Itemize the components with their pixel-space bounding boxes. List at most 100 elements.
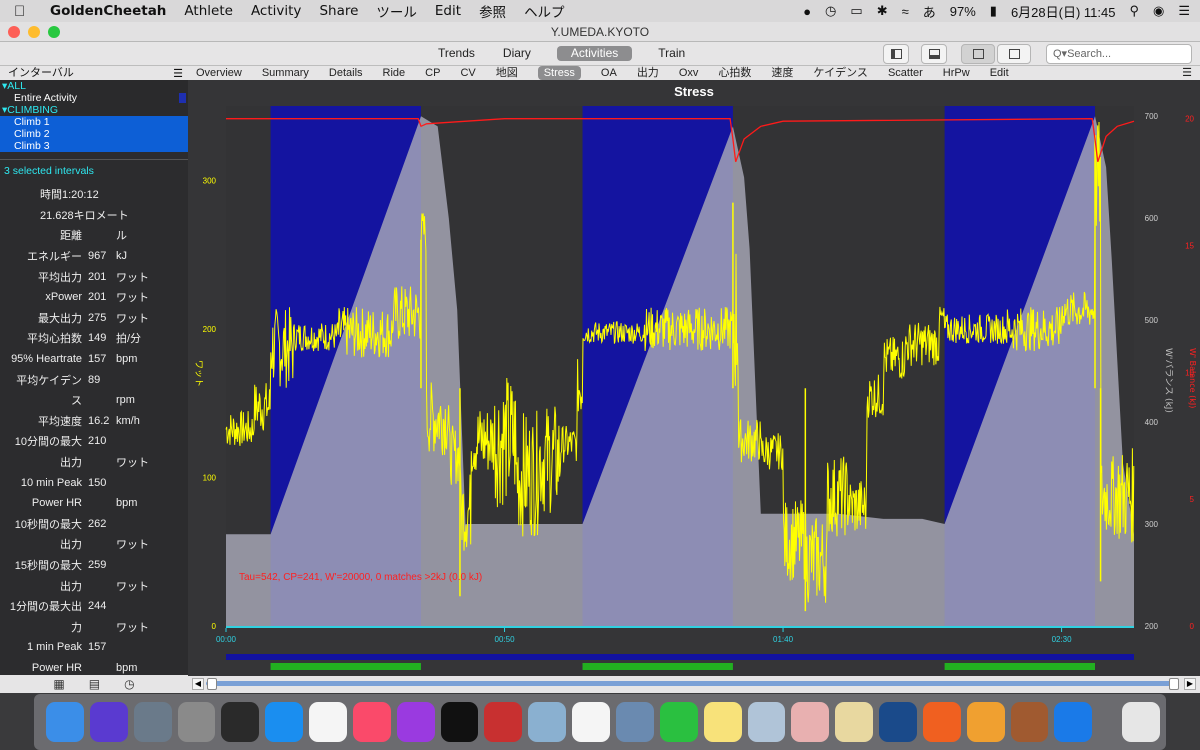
- tree-item-climb-1[interactable]: Climb 1: [0, 116, 188, 128]
- chart-tab[interactable]: Edit: [990, 66, 1009, 80]
- chart-tab[interactable]: Oxv: [679, 66, 699, 80]
- creative-cloud-icon[interactable]: ●: [803, 4, 811, 19]
- preview-icon[interactable]: [528, 702, 567, 742]
- chart-tab[interactable]: 心拍数: [718, 66, 751, 80]
- chart-tab[interactable]: ケイデンス: [813, 66, 868, 80]
- stopwatch-icon[interactable]: ◷: [124, 677, 134, 691]
- battery-text[interactable]: 97%: [950, 4, 976, 19]
- climb-bar-1[interactable]: [270, 663, 421, 670]
- maps-pin-icon[interactable]: [966, 702, 1005, 742]
- metric-row: 距離 ル: [0, 225, 188, 246]
- metric-value: 157: [88, 353, 107, 366]
- search-input[interactable]: Q▾Search...: [1046, 44, 1192, 64]
- menu-athlete[interactable]: Athlete: [184, 3, 233, 19]
- apple-tv-icon[interactable]: [440, 702, 479, 742]
- tree-group-climbing[interactable]: ▾CLIMBING: [0, 104, 188, 116]
- chart-tab[interactable]: CV: [460, 66, 475, 80]
- chart-tab[interactable]: Stress: [537, 66, 581, 80]
- climb-bar-3[interactable]: [944, 663, 1096, 670]
- menu-tools[interactable]: ツール: [376, 1, 417, 21]
- chart-tab[interactable]: 地図: [496, 66, 518, 80]
- trash-icon[interactable]: [1122, 702, 1161, 742]
- mission-control-icon[interactable]: [221, 702, 260, 742]
- app-blocked-icon-3[interactable]: [835, 702, 874, 742]
- tree-item-climb-3[interactable]: Climb 3: [0, 140, 188, 152]
- battery-icon[interactable]: ▮: [990, 3, 997, 19]
- entire-activity-bar[interactable]: [226, 654, 1134, 660]
- menu-edit[interactable]: Edit: [435, 3, 461, 19]
- chart-tab[interactable]: 速度: [771, 66, 793, 80]
- menu-app-name[interactable]: GoldenCheetah: [50, 3, 166, 19]
- climb-bar-2[interactable]: [582, 663, 733, 670]
- scroll-handle-left[interactable]: [207, 678, 217, 690]
- zwift-icon[interactable]: [922, 702, 961, 742]
- y-right-inner-tick-label: 400: [1145, 418, 1159, 427]
- apple-icon[interactable]: : [14, 3, 34, 20]
- finder-icon[interactable]: [46, 702, 84, 742]
- facetime-icon[interactable]: [659, 702, 698, 742]
- metrics-list: 時間1:20:12 21.628キロメート 距離 ルエネルギー 967 kJ 平均出力 201…: [0, 184, 188, 678]
- airplay-icon[interactable]: ▭: [850, 3, 862, 19]
- tab-activities[interactable]: Activities: [556, 46, 633, 61]
- chart-tab[interactable]: 出力: [637, 66, 659, 80]
- scroll-left-icon[interactable]: ◀: [192, 678, 204, 690]
- calendar-icon[interactable]: ▦: [53, 677, 64, 691]
- input-method-icon[interactable]: あ: [923, 2, 936, 21]
- wifi-icon[interactable]: ≈: [902, 4, 909, 19]
- tree-group-all[interactable]: ▾ALL: [0, 80, 188, 92]
- chart-tab[interactable]: Summary: [262, 66, 309, 80]
- chart-tab[interactable]: Overview: [196, 66, 242, 80]
- photo-booth-icon[interactable]: [484, 702, 523, 742]
- menu-view[interactable]: 参照: [479, 1, 506, 21]
- tab-train[interactable]: Train: [656, 46, 687, 61]
- tab-trends[interactable]: Trends: [436, 46, 477, 61]
- sidebar-menu-icon[interactable]: ☰: [173, 67, 183, 81]
- menu-activity[interactable]: Activity: [251, 3, 302, 19]
- app-store-icon[interactable]: [1054, 702, 1093, 742]
- tree-item-entire-activity[interactable]: Entire Activity: [0, 92, 188, 104]
- scroll-track[interactable]: [206, 681, 1178, 686]
- launchpad-icon[interactable]: [133, 702, 172, 742]
- clock[interactable]: 6月28日(日) 11:45: [1011, 2, 1116, 21]
- network-utility-icon[interactable]: [879, 702, 917, 742]
- menu-help[interactable]: ヘルプ: [524, 1, 565, 21]
- tab-diary[interactable]: Diary: [501, 46, 533, 61]
- bluetooth-icon[interactable]: ✱: [877, 3, 888, 19]
- toggle-bottom-panel-button[interactable]: [921, 44, 947, 64]
- bike-app-icon[interactable]: [1010, 702, 1049, 742]
- scroll-right-icon[interactable]: ▶: [1184, 678, 1196, 690]
- chart-tabs-menu-icon[interactable]: ☰: [1182, 66, 1192, 80]
- menu-share[interactable]: Share: [319, 3, 358, 19]
- spotlight-icon[interactable]: ⚲: [1129, 3, 1139, 19]
- chart-tab[interactable]: OA: [601, 66, 617, 80]
- chart-tab[interactable]: Details: [329, 66, 363, 80]
- podcasts-icon[interactable]: [396, 702, 435, 742]
- sidebar-divider[interactable]: [0, 152, 188, 160]
- horizontal-scrollbar[interactable]: ◀ ▶: [188, 676, 1200, 693]
- chart-tab[interactable]: CP: [425, 66, 440, 80]
- tile-layout-button[interactable]: [997, 44, 1031, 64]
- photos-icon[interactable]: [309, 702, 347, 742]
- chart-tab[interactable]: Ride: [383, 66, 406, 80]
- calendar-dock-icon[interactable]: [572, 702, 610, 742]
- golden-cheetah-icon[interactable]: [615, 702, 654, 742]
- app-blocked-icon-2[interactable]: [791, 702, 830, 742]
- tree-group-all-label: ALL: [7, 80, 26, 92]
- tree-item-climb-2[interactable]: Climb 2: [0, 128, 188, 140]
- toggle-sidebar-button[interactable]: [883, 44, 909, 64]
- app-blocked-icon-1[interactable]: [747, 702, 786, 742]
- scroll-handle-right[interactable]: [1169, 678, 1179, 690]
- folder-icon[interactable]: ▤: [89, 677, 100, 691]
- chart-tab[interactable]: HrPw: [943, 66, 970, 80]
- chart-tab[interactable]: Scatter: [888, 66, 923, 80]
- system-preferences-icon[interactable]: [177, 702, 216, 742]
- siri-icon[interactable]: ◉: [1153, 3, 1164, 19]
- tab-layout-button[interactable]: [961, 44, 995, 64]
- time-machine-icon[interactable]: ◷: [825, 3, 836, 19]
- music-icon[interactable]: [352, 702, 391, 742]
- siri-dock-icon[interactable]: [89, 702, 128, 742]
- notes-icon[interactable]: [703, 702, 742, 742]
- stress-chart[interactable]: 0100200300ワット200300400500600700W'バランス (k…: [188, 80, 1200, 676]
- safari-icon[interactable]: [265, 702, 304, 742]
- notification-center-icon[interactable]: ☰: [1178, 3, 1190, 19]
